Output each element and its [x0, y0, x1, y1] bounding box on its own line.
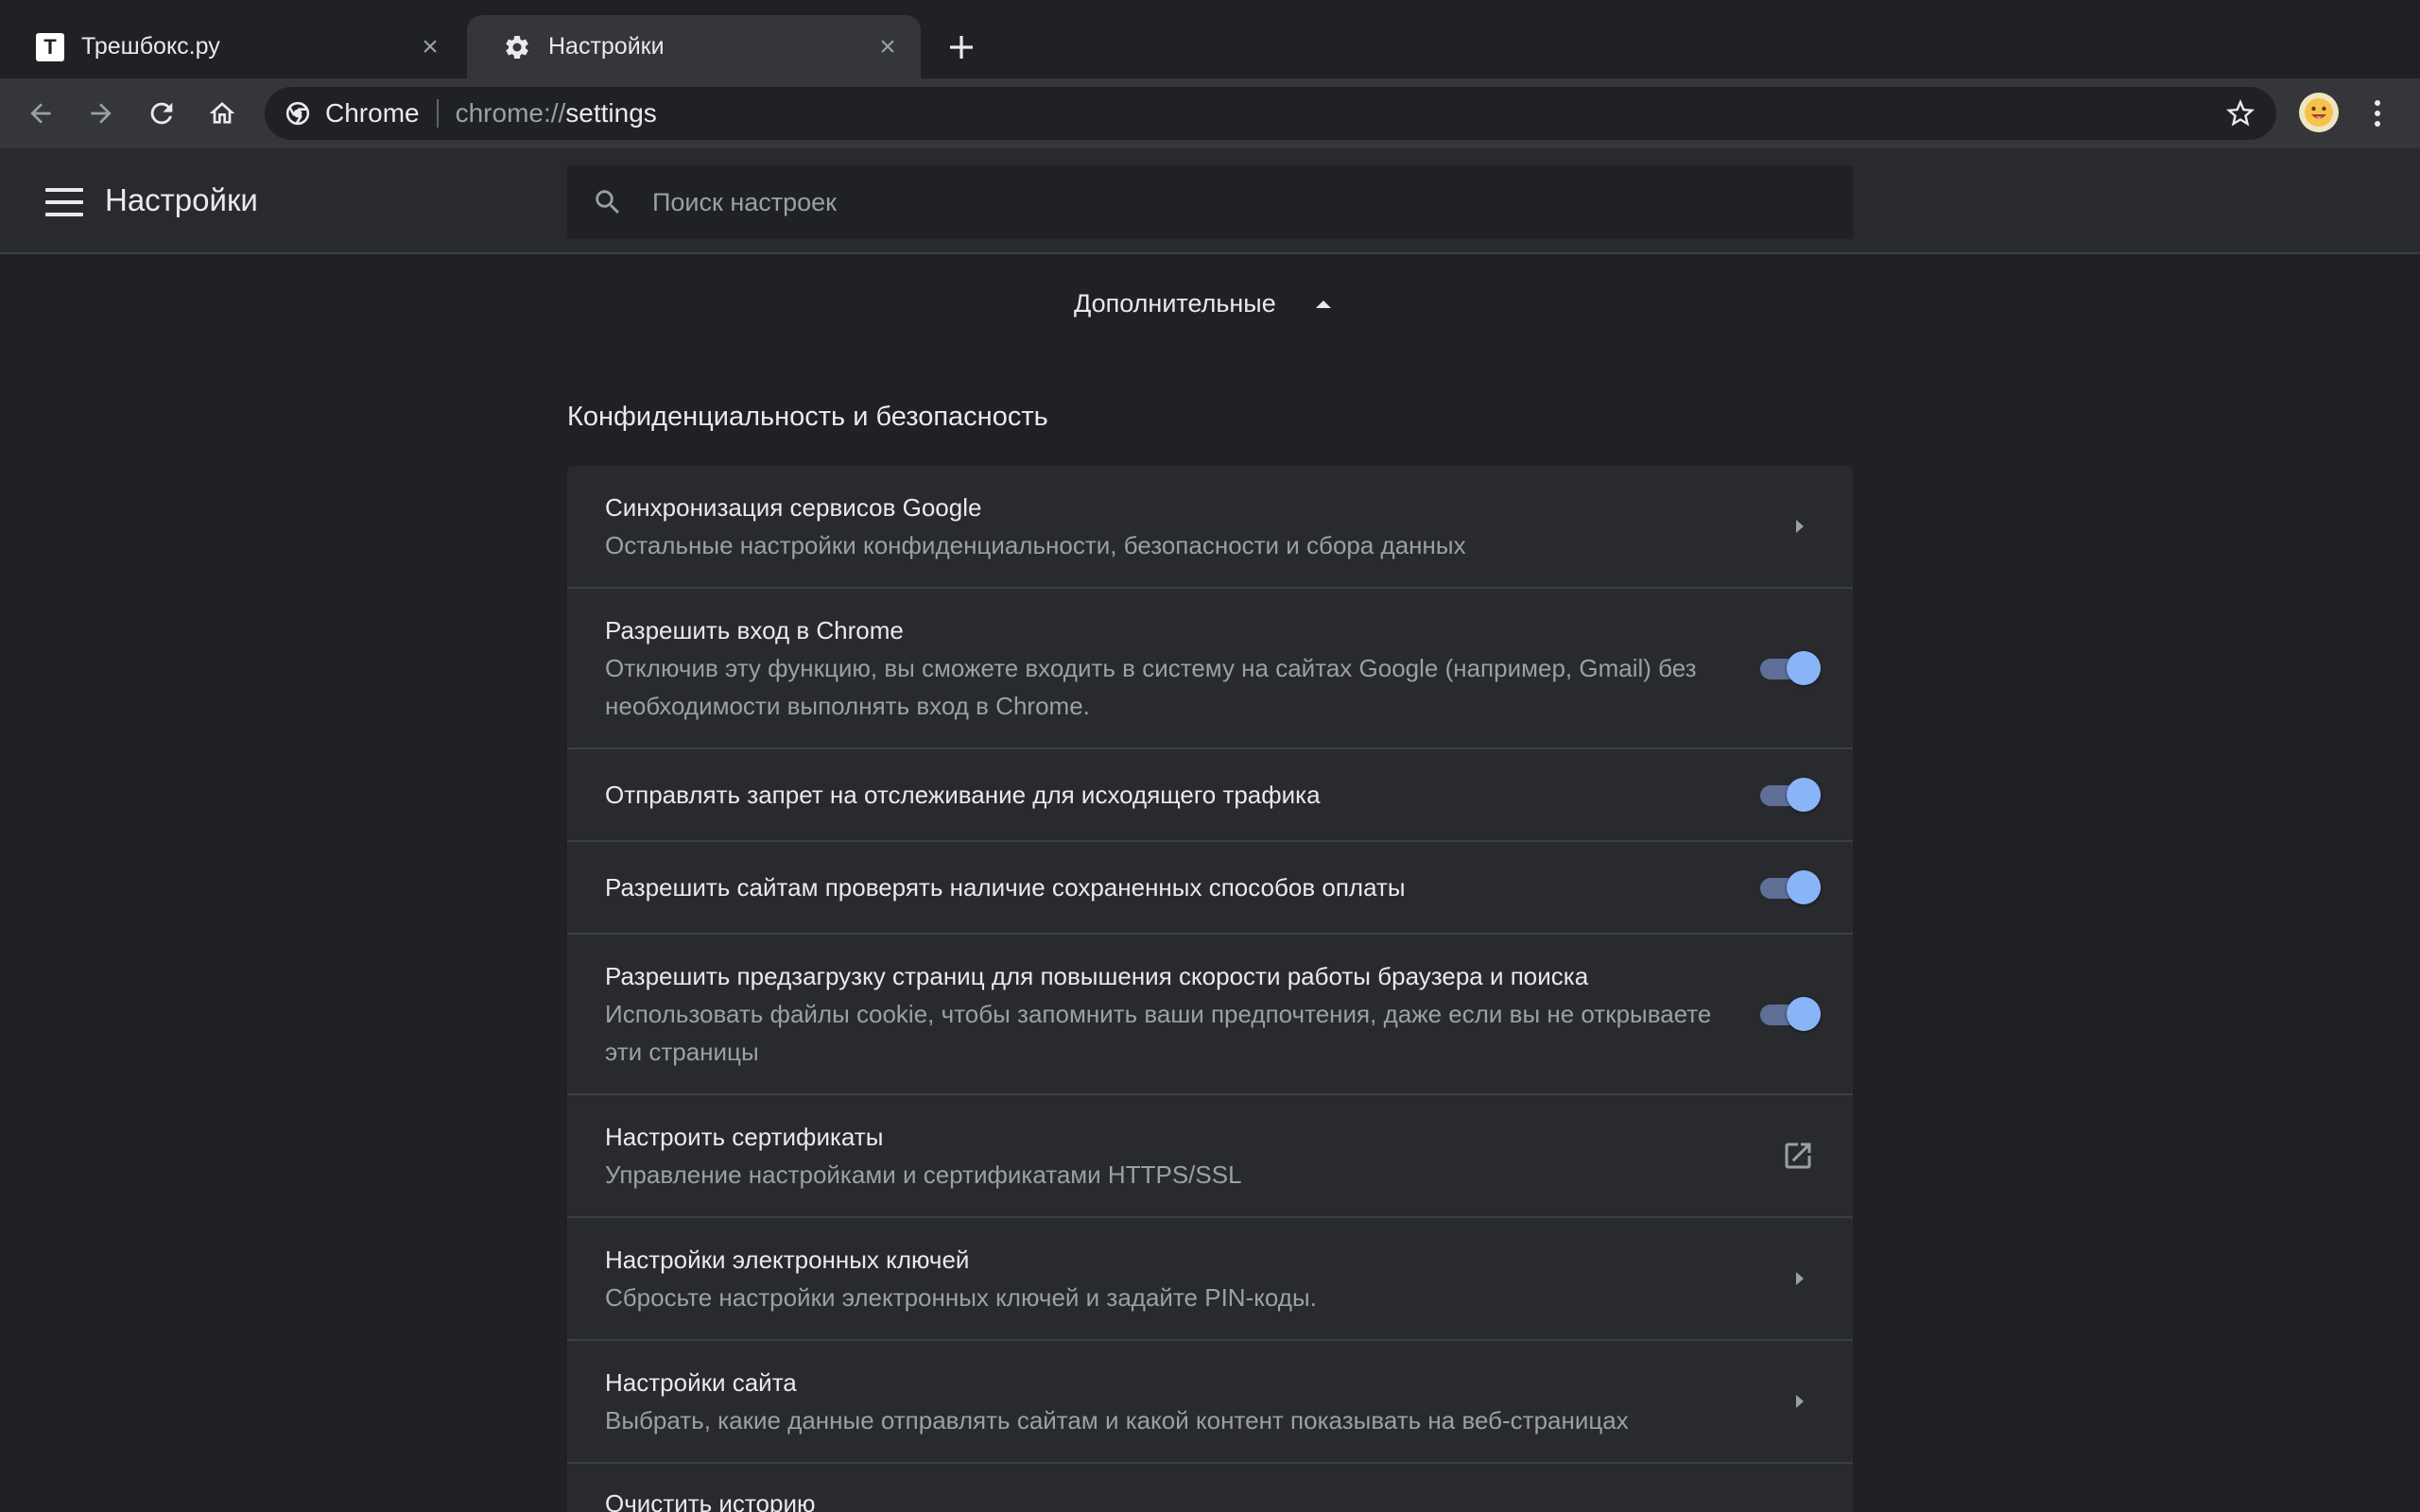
toggle-switch[interactable] [1758, 995, 1821, 1033]
settings-search[interactable] [567, 165, 1853, 239]
new-tab-button[interactable] [942, 28, 980, 66]
row-subtitle: Отключив эту функцию, вы сможете входить… [605, 654, 1697, 720]
browser-menu-button[interactable] [2363, 94, 2392, 133]
tab-title: Настройки [548, 33, 665, 60]
advanced-toggle[interactable]: Дополнительные [1074, 289, 1331, 318]
open-in-new-icon [1785, 1143, 1811, 1169]
chevron-right-icon [1796, 1272, 1804, 1285]
row-security-keys[interactable]: Настройки электронных ключей Сбросьте на… [567, 1218, 1853, 1341]
tab-strip: T Трешбокс.ру × Настройки × [0, 0, 2420, 78]
row-subtitle: Сбросьте настройки электронных ключей и … [605, 1283, 1317, 1312]
hamburger-menu-icon[interactable] [45, 188, 83, 216]
forward-button[interactable] [81, 94, 121, 133]
url-scheme: chrome:// [455, 98, 566, 128]
search-icon [596, 190, 620, 215]
row-preload-pages: Разрешить предзагрузку страниц для повыш… [567, 935, 1853, 1095]
tab-treshbox[interactable]: T Трешбокс.ру × [0, 15, 463, 78]
row-title: Разрешить предзагрузку страниц для повыш… [605, 962, 1589, 990]
emoji-face-icon [2305, 98, 2333, 127]
reload-icon [150, 102, 173, 125]
row-title: Настройки сайта [605, 1368, 797, 1397]
tab-settings[interactable]: Настройки × [467, 15, 921, 78]
chrome-logo-icon [285, 101, 310, 126]
arrow-left-icon [30, 103, 51, 124]
dot-icon [2375, 121, 2380, 127]
search-input[interactable] [652, 187, 1787, 217]
tab-title: Трешбокс.ру [81, 33, 220, 60]
row-title: Разрешить сайтам проверять наличие сохра… [605, 873, 1406, 902]
bookmark-star-icon[interactable] [2223, 96, 2257, 130]
omnibox[interactable]: Chrome chrome://settings [265, 87, 2276, 140]
row-title: Синхронизация сервисов Google [605, 493, 982, 522]
url-path: settings [565, 98, 657, 128]
row-title: Настройки электронных ключей [605, 1246, 970, 1274]
reload-button[interactable] [142, 94, 182, 133]
row-subtitle: Выбрать, какие данные отправлять сайтам … [605, 1406, 1629, 1435]
section-title: Конфиденциальность и безопасность [567, 402, 1048, 432]
privacy-settings-card: Синхронизация сервисов Google Остальные … [567, 466, 1853, 1512]
dot-icon [2375, 100, 2380, 106]
dot-icon [2375, 111, 2380, 116]
row-title: Очистить историю [605, 1489, 816, 1512]
arrow-right-icon [91, 103, 112, 124]
row-subtitle: Использовать файлы cookie, чтобы запомни… [605, 1000, 1712, 1066]
row-title: Разрешить вход в Chrome [605, 616, 904, 644]
browser-toolbar: Chrome chrome://settings [0, 78, 2420, 148]
chevron-right-icon [1796, 520, 1804, 533]
close-tab-icon[interactable]: × [873, 32, 902, 61]
row-payment-methods-check: Разрешить сайтам проверять наличие сохра… [567, 842, 1853, 935]
row-subtitle: Управление настройками и сертификатами H… [605, 1160, 1242, 1189]
treshbox-favicon-icon: T [36, 32, 64, 61]
close-tab-icon[interactable]: × [416, 32, 444, 61]
advanced-label: Дополнительные [1074, 289, 1276, 318]
toggle-switch[interactable] [1758, 776, 1821, 814]
row-google-services-sync[interactable]: Синхронизация сервисов Google Остальные … [567, 466, 1853, 589]
plus-icon [950, 36, 973, 59]
arrow-up-icon [1315, 300, 1331, 308]
omnibox-chip: Chrome [325, 98, 420, 128]
gear-icon [503, 33, 531, 61]
row-subtitle: Остальные настройки конфиденциальности, … [605, 531, 1466, 559]
row-title: Настроить сертификаты [605, 1123, 884, 1151]
toggle-switch[interactable] [1758, 649, 1821, 687]
row-clear-history[interactable]: Очистить историю [567, 1464, 1853, 1512]
profile-avatar[interactable] [2299, 93, 2339, 132]
row-title: Отправлять запрет на отслеживание для ис… [605, 781, 1321, 809]
row-site-settings[interactable]: Настройки сайта Выбрать, какие данные от… [567, 1341, 1853, 1464]
toggle-switch[interactable] [1758, 868, 1821, 906]
row-do-not-track: Отправлять запрет на отслеживание для ис… [567, 749, 1853, 842]
row-manage-certificates[interactable]: Настроить сертификаты Управление настрой… [567, 1095, 1853, 1218]
home-button[interactable] [202, 94, 242, 133]
back-button[interactable] [21, 94, 60, 133]
omnibox-separator [436, 99, 439, 128]
row-allow-chrome-signin: Разрешить вход в Chrome Отключив эту фун… [567, 589, 1853, 749]
page-title: Настройки [105, 182, 258, 217]
chevron-right-icon [1796, 1395, 1804, 1408]
settings-header: Настройки [0, 148, 2420, 254]
home-icon [209, 102, 235, 124]
